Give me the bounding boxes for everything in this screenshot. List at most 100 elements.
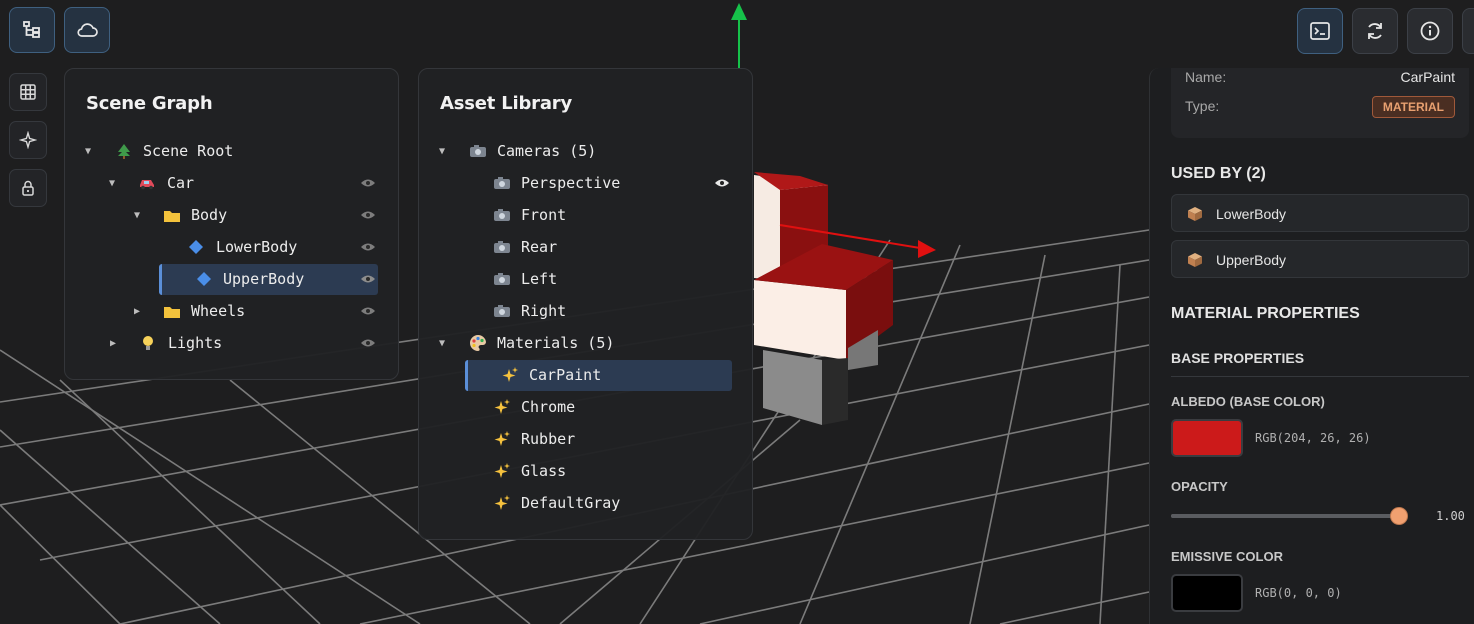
asset-group-label: Materials (5) bbox=[497, 334, 615, 352]
tree-node-wheels[interactable]: ▶ Wheels bbox=[65, 295, 398, 327]
terminal-icon bbox=[1310, 22, 1330, 40]
asset-group-label: Cameras (5) bbox=[497, 142, 597, 160]
tree-node-car[interactable]: ▼ Car bbox=[65, 167, 398, 199]
section-divider bbox=[1171, 376, 1469, 377]
used-by-item[interactable]: UpperBody bbox=[1171, 240, 1469, 278]
info-button[interactable] bbox=[1407, 8, 1453, 54]
emissive-color-swatch[interactable] bbox=[1171, 574, 1243, 612]
collapse-arrow-icon[interactable]: ▼ bbox=[439, 338, 445, 349]
tree-node-label: Car bbox=[167, 174, 195, 192]
tree-node-lowerbody[interactable]: LowerBody bbox=[65, 231, 398, 263]
eye-icon[interactable] bbox=[360, 242, 376, 252]
car-model[interactable] bbox=[754, 172, 893, 425]
used-by-heading: USED BY (2) bbox=[1171, 165, 1266, 182]
car-icon bbox=[138, 174, 156, 192]
camera-icon bbox=[493, 174, 511, 192]
grid-icon bbox=[20, 84, 36, 100]
tree-node-upperbody[interactable]: UpperBody bbox=[65, 263, 398, 295]
lock-button[interactable] bbox=[9, 169, 47, 207]
emissive-value: RGB(0, 0, 0) bbox=[1255, 586, 1342, 600]
cloud-icon bbox=[77, 23, 98, 37]
material-properties-heading: MATERIAL PROPERTIES bbox=[1171, 305, 1360, 322]
scene-graph-panel: Scene Graph ▼ Scene Root ▼ Car ▼ Body Lo… bbox=[64, 68, 399, 380]
opacity-slider-thumb[interactable] bbox=[1390, 507, 1408, 525]
folder-icon bbox=[163, 206, 181, 224]
diamond-icon bbox=[195, 270, 213, 288]
camera-icon bbox=[469, 142, 487, 160]
asset-item-label: Glass bbox=[521, 462, 567, 480]
refresh-button[interactable] bbox=[1352, 8, 1398, 54]
box-icon bbox=[1188, 253, 1202, 267]
collapse-arrow-icon[interactable]: ▼ bbox=[85, 146, 91, 157]
tree-node-label: Scene Root bbox=[143, 142, 234, 160]
asset-item-material[interactable]: CarPaint bbox=[419, 359, 752, 391]
scene-graph-title: Scene Graph bbox=[86, 93, 213, 114]
y-axis-arrow bbox=[731, 3, 747, 20]
scene-graph-toggle-button[interactable] bbox=[9, 7, 55, 53]
asset-item-label: Chrome bbox=[521, 398, 576, 416]
camera-icon bbox=[493, 238, 511, 256]
albedo-value: RGB(204, 26, 26) bbox=[1255, 431, 1371, 445]
asset-library-panel: Asset Library ▼ Cameras (5) Perspective … bbox=[418, 68, 753, 540]
tree-node-label: Wheels bbox=[191, 302, 246, 320]
opacity-slider-track[interactable] bbox=[1171, 507, 1408, 525]
albedo-color-swatch[interactable] bbox=[1171, 419, 1243, 457]
used-by-item[interactable]: LowerBody bbox=[1171, 194, 1469, 232]
asset-group-cameras[interactable]: ▼ Cameras (5) bbox=[419, 135, 752, 167]
palette-icon bbox=[469, 334, 487, 352]
asset-item-label: Left bbox=[521, 270, 558, 288]
collapse-arrow-icon[interactable]: ▼ bbox=[134, 210, 140, 221]
asset-item-camera[interactable]: Rear bbox=[419, 231, 752, 263]
expand-arrow-icon[interactable]: ▶ bbox=[110, 338, 116, 349]
collapse-arrow-icon[interactable]: ▼ bbox=[439, 146, 445, 157]
asset-item-material[interactable]: Rubber bbox=[419, 423, 752, 455]
eye-icon[interactable] bbox=[714, 178, 730, 188]
eye-icon[interactable] bbox=[360, 210, 376, 220]
eye-icon[interactable] bbox=[360, 178, 376, 188]
sparkles-icon bbox=[493, 430, 511, 448]
sparkles-icon bbox=[493, 398, 511, 416]
tree-node-label: Lights bbox=[168, 334, 223, 352]
tree-node-label: LowerBody bbox=[216, 238, 298, 256]
asset-item-material[interactable]: Glass bbox=[419, 455, 752, 487]
asset-library-title: Asset Library bbox=[440, 93, 572, 114]
expand-arrow-icon[interactable]: ▶ bbox=[134, 306, 140, 317]
camera-icon bbox=[493, 302, 511, 320]
asset-item-label: CarPaint bbox=[529, 366, 602, 384]
asset-item-material[interactable]: Chrome bbox=[419, 391, 752, 423]
diamond-icon bbox=[187, 238, 205, 256]
name-value: CarPaint bbox=[1400, 69, 1455, 85]
collapse-arrow-icon[interactable]: ▼ bbox=[109, 178, 115, 189]
asset-item-camera[interactable]: Left bbox=[419, 263, 752, 295]
sparkles-icon bbox=[493, 462, 511, 480]
asset-item-camera[interactable]: Right bbox=[419, 295, 752, 327]
eye-icon[interactable] bbox=[360, 338, 376, 348]
camera-icon bbox=[493, 270, 511, 288]
asset-item-camera[interactable]: Perspective bbox=[419, 167, 752, 199]
console-button[interactable] bbox=[1297, 8, 1343, 54]
eye-icon[interactable] bbox=[360, 306, 376, 316]
opacity-slider-fill bbox=[1171, 514, 1399, 518]
tree-node-lights[interactable]: ▶ Lights bbox=[65, 327, 398, 359]
asset-item-material[interactable]: DefaultGray bbox=[419, 487, 752, 519]
info-icon bbox=[1420, 21, 1440, 41]
overflow-button[interactable] bbox=[1462, 8, 1474, 54]
tree-icon bbox=[115, 142, 133, 160]
box-icon bbox=[1188, 207, 1202, 221]
x-axis-arrow bbox=[918, 240, 936, 258]
asset-group-materials[interactable]: ▼ Materials (5) bbox=[419, 327, 752, 359]
tree-node-body[interactable]: ▼ Body bbox=[65, 199, 398, 231]
asset-item-label: DefaultGray bbox=[521, 494, 621, 512]
asset-item-camera[interactable]: Front bbox=[419, 199, 752, 231]
inspector-panel: Name: CarPaint Type: MATERIAL USED BY (2… bbox=[1149, 68, 1474, 624]
lock-icon bbox=[22, 180, 34, 196]
eye-icon[interactable] bbox=[360, 274, 376, 284]
grid-view-button[interactable] bbox=[9, 73, 47, 111]
sparkle-icon bbox=[19, 131, 37, 149]
tree-node-scene-root[interactable]: ▼ Scene Root bbox=[65, 135, 398, 167]
type-badge: MATERIAL bbox=[1371, 96, 1455, 118]
cloud-button[interactable] bbox=[64, 7, 110, 53]
opacity-label: OPACITY bbox=[1171, 479, 1228, 494]
used-by-label: UpperBody bbox=[1216, 252, 1287, 268]
sparkle-tool-button[interactable] bbox=[9, 121, 47, 159]
